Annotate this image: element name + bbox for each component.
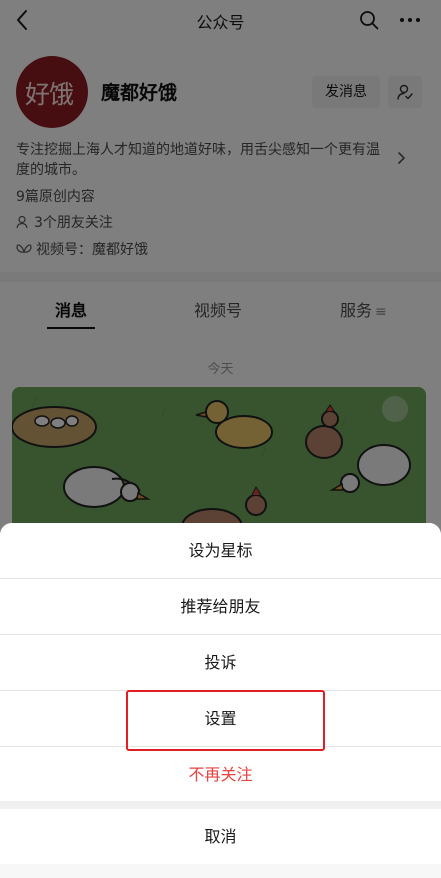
sheet-gap: [0, 801, 441, 809]
set-star-button[interactable]: 设为星标: [0, 523, 441, 578]
cancel-button[interactable]: 取消: [0, 809, 441, 864]
settings-highlight-box: [126, 690, 325, 751]
unfollow-button[interactable]: 不再关注: [0, 747, 441, 802]
recommend-to-friend-button[interactable]: 推荐给朋友: [0, 579, 441, 634]
report-button[interactable]: 投诉: [0, 635, 441, 690]
